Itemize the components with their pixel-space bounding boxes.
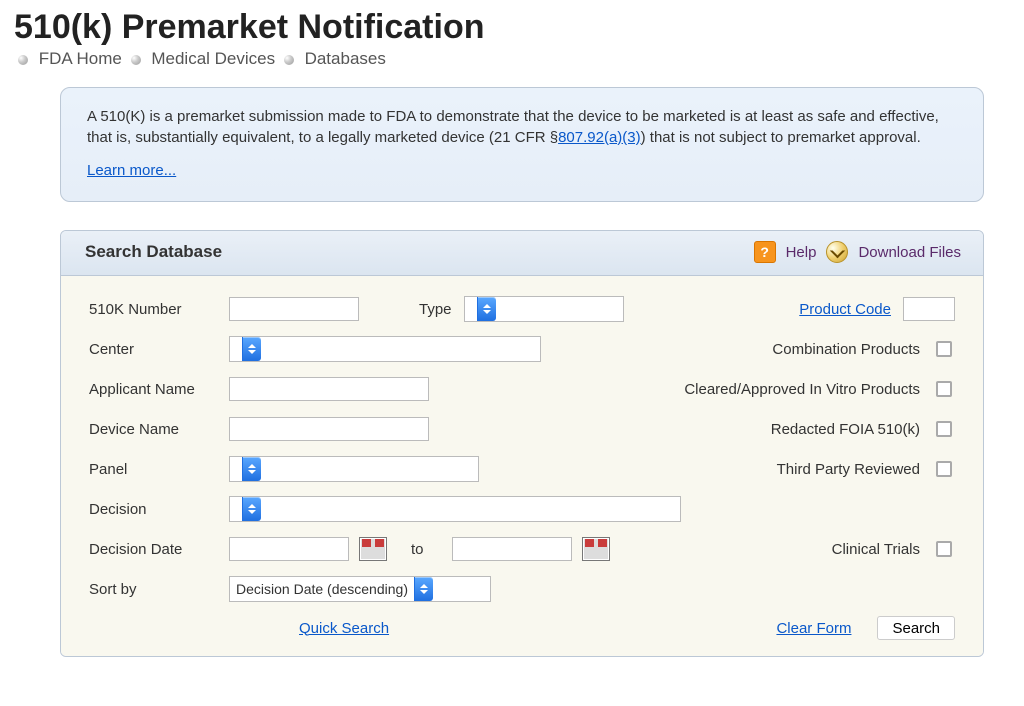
- search-header: Search Database ? Help Download Files: [61, 231, 983, 276]
- calendar-icon[interactable]: [582, 537, 610, 561]
- checkbox-combination-products[interactable]: [936, 341, 952, 357]
- breadcrumb-databases[interactable]: Databases: [305, 49, 386, 68]
- quick-search-link[interactable]: Quick Search: [299, 620, 389, 637]
- chevron-updown-icon: [242, 337, 261, 361]
- chevron-updown-icon: [242, 497, 261, 521]
- label-device-name: Device Name: [89, 421, 229, 438]
- bullet-icon: [131, 55, 141, 65]
- bullet-icon: [284, 55, 294, 65]
- input-510k-number[interactable]: [229, 297, 359, 321]
- search-form: 510K Number Type Product Code Center: [61, 276, 983, 656]
- label-clinical-trials: Clinical Trials: [832, 541, 920, 558]
- page-title: 510(k) Premarket Notification: [14, 8, 1024, 47]
- download-icon: [826, 241, 848, 263]
- label-decision-date: Decision Date: [89, 541, 229, 558]
- label-combination-products: Combination Products: [772, 341, 920, 358]
- checkbox-clinical-trials[interactable]: [936, 541, 952, 557]
- learn-more-link[interactable]: Learn more...: [87, 160, 176, 181]
- label-to: to: [411, 541, 424, 558]
- label-cleared-vitro: Cleared/Approved In Vitro Products: [684, 381, 920, 398]
- label-panel: Panel: [89, 461, 229, 478]
- clear-form-link[interactable]: Clear Form: [776, 620, 851, 637]
- search-panel: Search Database ? Help Download Files 51…: [60, 230, 984, 657]
- label-center: Center: [89, 341, 229, 358]
- calendar-icon[interactable]: [359, 537, 387, 561]
- checkbox-redacted-foia[interactable]: [936, 421, 952, 437]
- label-decision: Decision: [89, 501, 229, 518]
- label-applicant-name: Applicant Name: [89, 381, 229, 398]
- label-third-party: Third Party Reviewed: [777, 461, 920, 478]
- label-sort-by: Sort by: [89, 581, 229, 598]
- search-button[interactable]: Search: [877, 616, 955, 640]
- search-title: Search Database: [85, 242, 222, 262]
- cfr-link[interactable]: 807.92(a)(3): [558, 129, 641, 146]
- chevron-updown-icon: [414, 577, 433, 601]
- select-center[interactable]: [229, 336, 541, 362]
- select-decision[interactable]: [229, 496, 681, 522]
- breadcrumb-fda-home[interactable]: FDA Home: [39, 49, 122, 68]
- info-box: A 510(K) is a premarket submission made …: [60, 87, 984, 202]
- select-panel[interactable]: [229, 456, 479, 482]
- checkbox-third-party[interactable]: [936, 461, 952, 477]
- input-date-from[interactable]: [229, 537, 349, 561]
- label-type: Type: [419, 301, 452, 318]
- input-device-name[interactable]: [229, 417, 429, 441]
- select-type[interactable]: [464, 296, 624, 322]
- help-link[interactable]: Help: [786, 244, 817, 261]
- input-date-to[interactable]: [452, 537, 572, 561]
- chevron-updown-icon: [242, 457, 261, 481]
- select-sort-by[interactable]: Decision Date (descending): [229, 576, 491, 602]
- product-code-link[interactable]: Product Code: [799, 301, 891, 318]
- breadcrumb: FDA Home Medical Devices Databases: [14, 49, 1024, 69]
- chevron-updown-icon: [477, 297, 496, 321]
- help-icon: ?: [754, 241, 776, 263]
- download-files-link[interactable]: Download Files: [858, 244, 961, 261]
- breadcrumb-medical-devices[interactable]: Medical Devices: [151, 49, 275, 68]
- info-text-after: ) that is not subject to premarket appro…: [641, 129, 921, 146]
- checkbox-cleared-vitro[interactable]: [936, 381, 952, 397]
- input-applicant-name[interactable]: [229, 377, 429, 401]
- label-510k-number: 510K Number: [89, 301, 229, 318]
- label-redacted-foia: Redacted FOIA 510(k): [771, 421, 920, 438]
- input-product-code[interactable]: [903, 297, 955, 321]
- bullet-icon: [18, 55, 28, 65]
